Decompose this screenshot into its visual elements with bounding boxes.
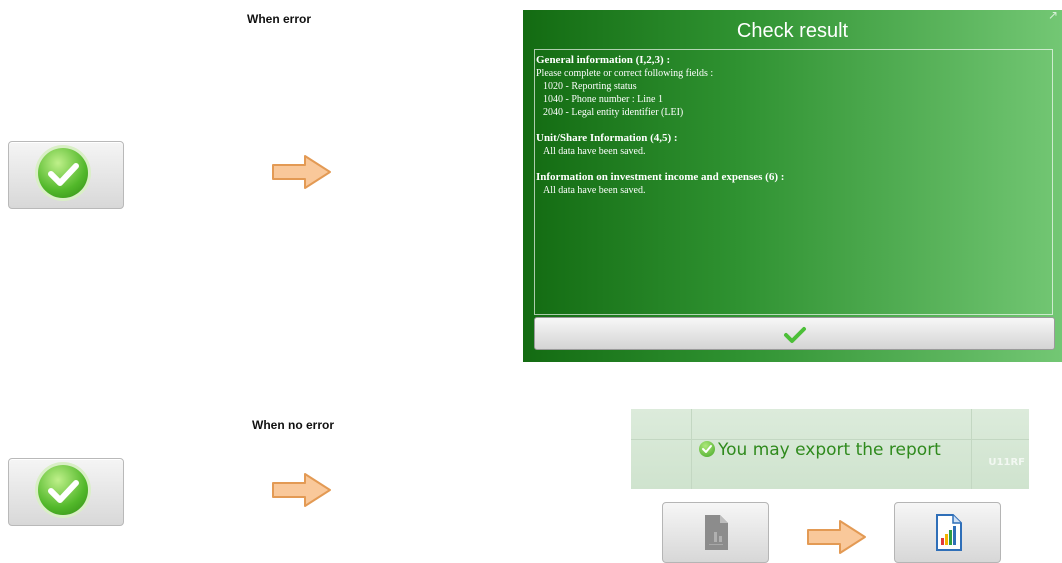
check-circle-icon (699, 441, 715, 457)
export-notice: U11RF You may export the report (631, 409, 1029, 489)
error-field-item: 1040 - Phone number : Line 1 (543, 94, 663, 105)
dialog-title: Check result (736, 20, 849, 42)
export-report-button[interactable] (894, 502, 1001, 563)
section-title: Information on investment income and exp… (536, 171, 785, 183)
when-no-error-label: When no error (252, 418, 335, 432)
checkmark-icon (784, 327, 806, 343)
arrow-right-icon (807, 520, 866, 554)
report-chart-icon (936, 514, 962, 551)
report-disabled-icon (705, 515, 728, 550)
checkmark-icon (48, 480, 79, 503)
error-field-item: 2040 - Legal entity identifier (LEI) (543, 107, 684, 118)
background-text: U11RF (988, 457, 1025, 468)
check-result-dialog: Check result ↗ General information (I,2,… (523, 8, 1062, 362)
dialog-body: General information (I,2,3) : Please com… (534, 49, 1053, 315)
check-button[interactable] (8, 141, 124, 209)
section-intro: Please complete or correct following fie… (536, 68, 714, 79)
when-error-label: When error (247, 12, 312, 26)
checkmark-icon (48, 163, 79, 186)
section-message: All data have been saved. (543, 146, 646, 157)
section-title: Unit/Share Information (4,5) : (536, 132, 678, 144)
arrow-right-icon (272, 155, 331, 189)
check-button[interactable] (8, 458, 124, 526)
arrow-right-icon (272, 473, 331, 507)
ok-button[interactable] (534, 317, 1055, 350)
export-message-text: You may export the report (718, 440, 941, 460)
export-message: You may export the report (699, 440, 941, 460)
section-title: General information (I,2,3) : (536, 54, 671, 66)
error-field-item: 1020 - Reporting status (543, 81, 637, 92)
export-report-button-disabled[interactable] (662, 502, 769, 563)
section-message: All data have been saved. (543, 185, 646, 196)
resize-icon: ↗ (1047, 8, 1058, 22)
